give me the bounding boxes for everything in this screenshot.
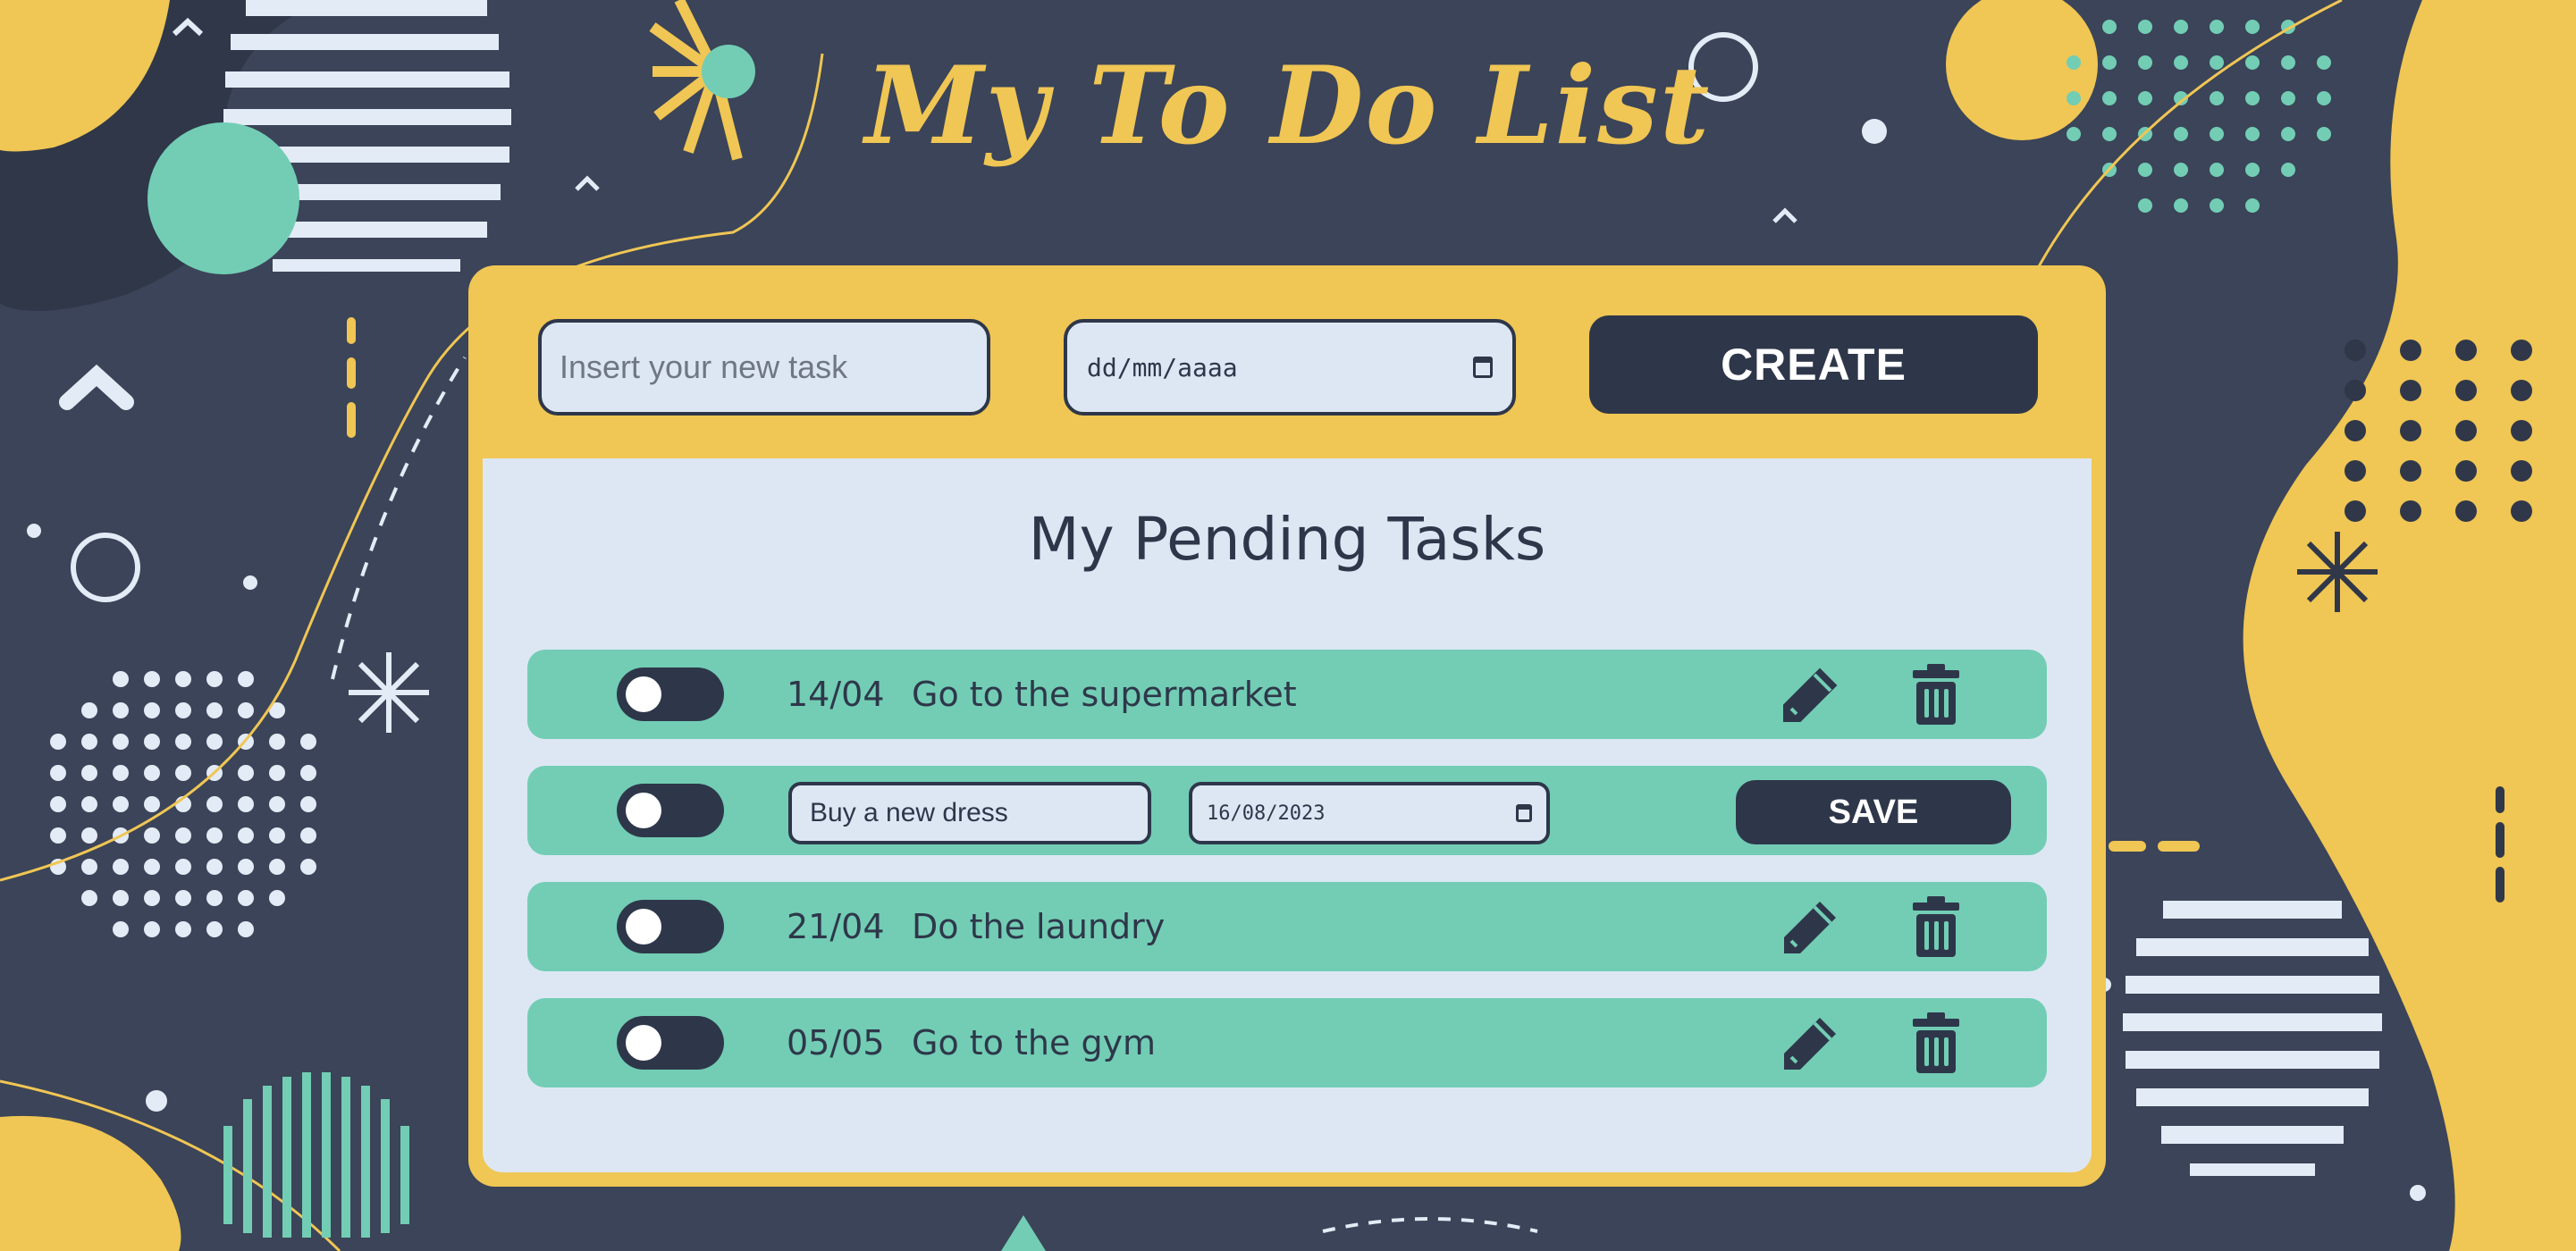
- new-task-input[interactable]: [538, 319, 990, 416]
- task-text: Go to the supermarket: [912, 675, 1297, 714]
- trash-icon[interactable]: [1904, 894, 1968, 959]
- task-text: Go to the gym: [912, 1023, 1157, 1062]
- save-button[interactable]: SAVE: [1736, 780, 2011, 844]
- toggle-knob: [626, 1025, 661, 1061]
- task-done-toggle[interactable]: [617, 667, 724, 721]
- sunburst-dark-right: [2297, 532, 2378, 612]
- striped-circle-teal-bottom: [223, 1072, 409, 1238]
- edit-date-value: 16/08/2023: [1207, 802, 1326, 825]
- calendar-icon[interactable]: [1473, 357, 1493, 378]
- trash-icon[interactable]: [1904, 1011, 1968, 1075]
- task-done-toggle[interactable]: [617, 900, 724, 953]
- pencil-icon[interactable]: [1779, 662, 1843, 726]
- app-title: My To Do List: [864, 43, 1712, 169]
- bg-yellow-corner-bottom-left: [0, 1115, 181, 1251]
- task-row: 14/04 Go to the supermarket: [527, 650, 2047, 739]
- sunburst-white-left: [349, 652, 429, 733]
- calendar-icon[interactable]: [1516, 804, 1532, 822]
- pending-tasks-title: My Pending Tasks: [1028, 505, 1546, 574]
- edit-task-input[interactable]: [788, 782, 1151, 844]
- task-date: 14/04: [787, 675, 885, 714]
- task-text: Do the laundry: [912, 907, 1166, 946]
- task-row: 21/04 Do the laundry: [527, 882, 2047, 971]
- create-button[interactable]: CREATE: [1589, 315, 2038, 414]
- toggle-knob: [626, 676, 661, 712]
- task-done-toggle[interactable]: [617, 1016, 724, 1070]
- toggle-knob: [626, 909, 661, 945]
- new-task-form: dd/mm/aaaa CREATE: [468, 265, 2106, 458]
- task-row-editing: 16/08/2023 SAVE: [527, 766, 2047, 855]
- dot-circle-white-left: [50, 671, 316, 937]
- task-row: 05/05 Go to the gym: [527, 998, 2047, 1087]
- trash-icon[interactable]: [1904, 662, 1968, 726]
- pencil-icon[interactable]: [1779, 1011, 1843, 1075]
- date-placeholder: dd/mm/aaaa: [1087, 352, 1238, 382]
- pending-tasks-panel: My Pending Tasks 14/04 Go to the superma…: [483, 458, 2092, 1172]
- pencil-icon[interactable]: [1779, 894, 1843, 959]
- toggle-knob: [626, 793, 661, 828]
- task-date: 05/05: [787, 1023, 885, 1062]
- todo-card: dd/mm/aaaa CREATE My Pending Tasks 14/04…: [468, 265, 2106, 1187]
- striped-circle-bottom-right: [2123, 901, 2382, 1176]
- new-task-date-field[interactable]: dd/mm/aaaa: [1064, 319, 1516, 416]
- task-date: 21/04: [787, 907, 885, 946]
- task-done-toggle[interactable]: [617, 784, 724, 837]
- edit-task-date-field[interactable]: 16/08/2023: [1189, 782, 1550, 844]
